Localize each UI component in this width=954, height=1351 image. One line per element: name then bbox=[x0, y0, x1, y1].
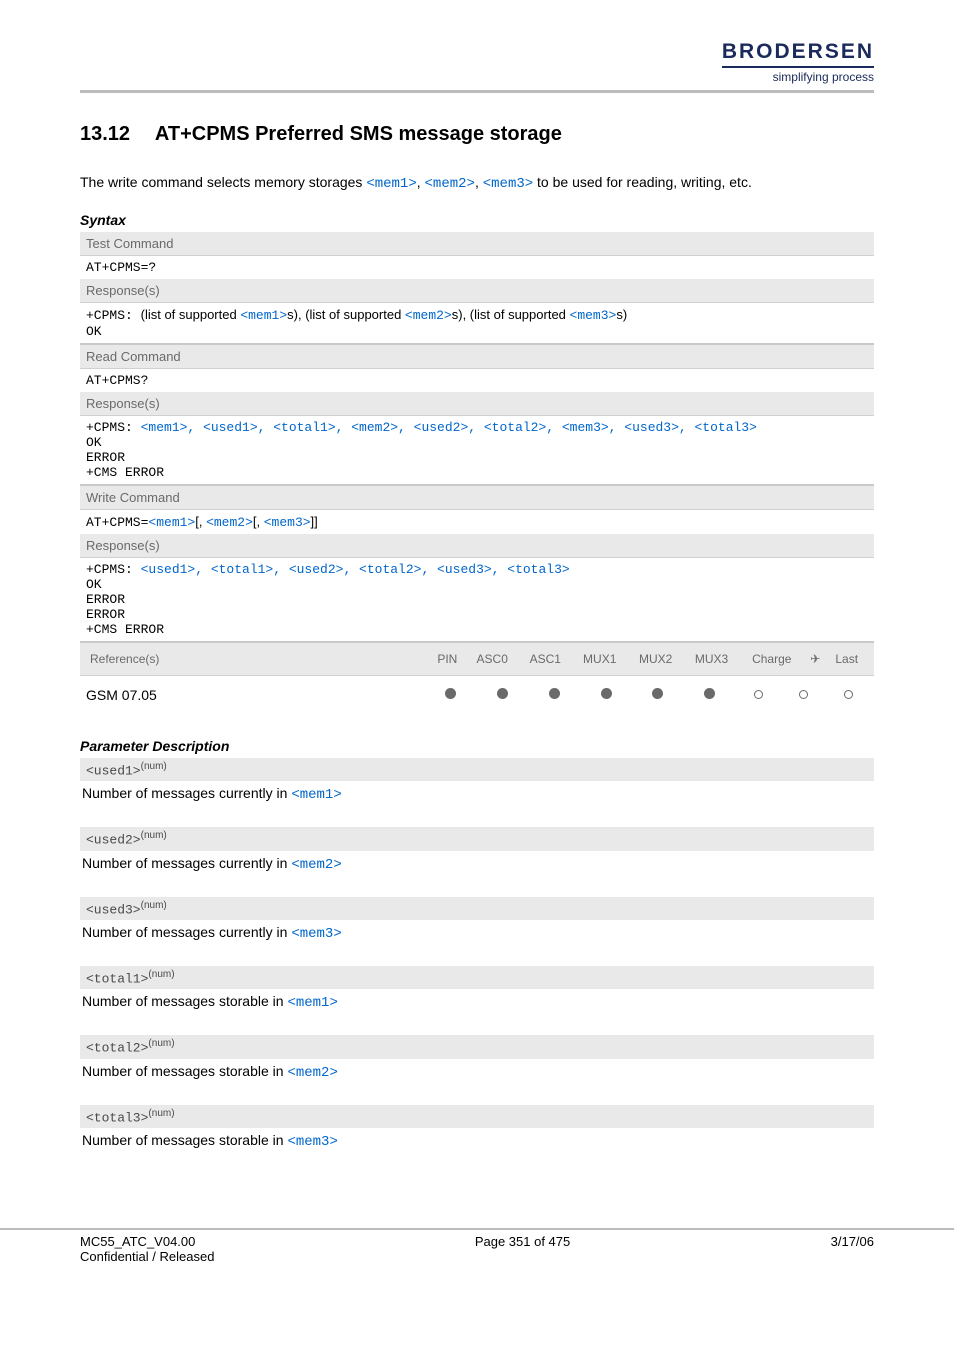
read-command: AT+CPMS? bbox=[80, 369, 874, 393]
dot-last bbox=[844, 690, 853, 699]
test-command-label: Test Command bbox=[80, 232, 874, 256]
brand-name: BRODERSEN bbox=[722, 40, 874, 64]
write-command: AT+CPMS=<mem1>[, <mem2>[, <mem3>]] bbox=[80, 510, 874, 535]
param-block: <total2>(num)Number of messages storable… bbox=[80, 1035, 874, 1094]
page-number: Page 351 of 475 bbox=[475, 1234, 570, 1264]
section-title: 13.12 AT+CPMS Preferred SMS message stor… bbox=[80, 123, 874, 146]
param-mem2: <mem2> bbox=[425, 176, 475, 192]
write-response: +CPMS: <used1>, <total1>, <used2>, <tota… bbox=[80, 558, 874, 643]
dot-pin bbox=[445, 688, 456, 699]
param-mem1: <mem1> bbox=[366, 176, 416, 192]
param-description: Number of messages currently in <mem2> bbox=[80, 851, 874, 887]
syntax-heading: Syntax bbox=[80, 212, 874, 228]
doc-date: 3/17/06 bbox=[831, 1234, 874, 1264]
dot-mux2 bbox=[652, 688, 663, 699]
test-command: AT+CPMS=? bbox=[80, 256, 874, 280]
param-block: <used1>(num)Number of messages currently… bbox=[80, 758, 874, 817]
param-description: Number of messages storable in <mem1> bbox=[80, 989, 874, 1025]
reference-name: GSM 07.05 bbox=[84, 684, 424, 706]
intro-paragraph: The write command selects memory storage… bbox=[80, 174, 874, 192]
read-command-label: Read Command bbox=[80, 345, 874, 369]
param-block: <total1>(num)Number of messages storable… bbox=[80, 966, 874, 1025]
airplane-icon: ✈ bbox=[805, 649, 825, 669]
header-divider bbox=[80, 90, 874, 93]
param-name: <used2>(num) bbox=[80, 827, 874, 850]
references-label: Reference(s) bbox=[88, 649, 428, 669]
dot-mux1 bbox=[601, 688, 612, 699]
confidentiality: Confidential / Released bbox=[80, 1249, 214, 1264]
responses-label: Response(s) bbox=[80, 279, 874, 303]
brand-tagline: simplifying process bbox=[722, 70, 874, 84]
write-command-label: Write Command bbox=[80, 486, 874, 510]
doc-id: MC55_ATC_V04.00 bbox=[80, 1234, 214, 1249]
param-block: <used3>(num)Number of messages currently… bbox=[80, 897, 874, 956]
responses-label: Response(s) bbox=[80, 534, 874, 558]
param-block: <total3>(num)Number of messages storable… bbox=[80, 1105, 874, 1164]
header: BRODERSEN simplifying process bbox=[80, 40, 874, 84]
reference-row: GSM 07.05 bbox=[82, 682, 872, 708]
param-description: Number of messages storable in <mem2> bbox=[80, 1059, 874, 1095]
test-response: +CPMS: (list of supported <mem1>s), (lis… bbox=[80, 303, 874, 345]
param-block: <used2>(num)Number of messages currently… bbox=[80, 827, 874, 886]
responses-label: Response(s) bbox=[80, 392, 874, 416]
page-footer: MC55_ATC_V04.00 Confidential / Released … bbox=[0, 1228, 954, 1284]
param-name: <total3>(num) bbox=[80, 1105, 874, 1128]
dot-charge bbox=[754, 690, 763, 699]
dot-airplane bbox=[799, 690, 808, 699]
param-description: Number of messages storable in <mem3> bbox=[80, 1128, 874, 1164]
param-desc-heading: Parameter Description bbox=[80, 738, 874, 754]
param-description: Number of messages currently in <mem1> bbox=[80, 781, 874, 817]
dot-mux3 bbox=[704, 688, 715, 699]
param-description: Number of messages currently in <mem3> bbox=[80, 920, 874, 956]
read-response: +CPMS: <mem1>, <used1>, <total1>, <mem2>… bbox=[80, 416, 874, 486]
section-number: 13.12 bbox=[80, 123, 130, 145]
dot-asc0 bbox=[497, 688, 508, 699]
dot-asc1 bbox=[549, 688, 560, 699]
section-name: AT+CPMS Preferred SMS message storage bbox=[155, 123, 562, 145]
param-name: <used3>(num) bbox=[80, 897, 874, 920]
syntax-table: Test Command AT+CPMS=? Response(s) +CPMS… bbox=[80, 232, 874, 714]
param-name: <total2>(num) bbox=[80, 1035, 874, 1058]
reference-header-row: Reference(s) PIN ASC0 ASC1 MUX1 MUX2 MUX… bbox=[86, 647, 868, 671]
param-mem3: <mem3> bbox=[483, 176, 533, 192]
param-name: <total1>(num) bbox=[80, 966, 874, 989]
param-name: <used1>(num) bbox=[80, 758, 874, 781]
